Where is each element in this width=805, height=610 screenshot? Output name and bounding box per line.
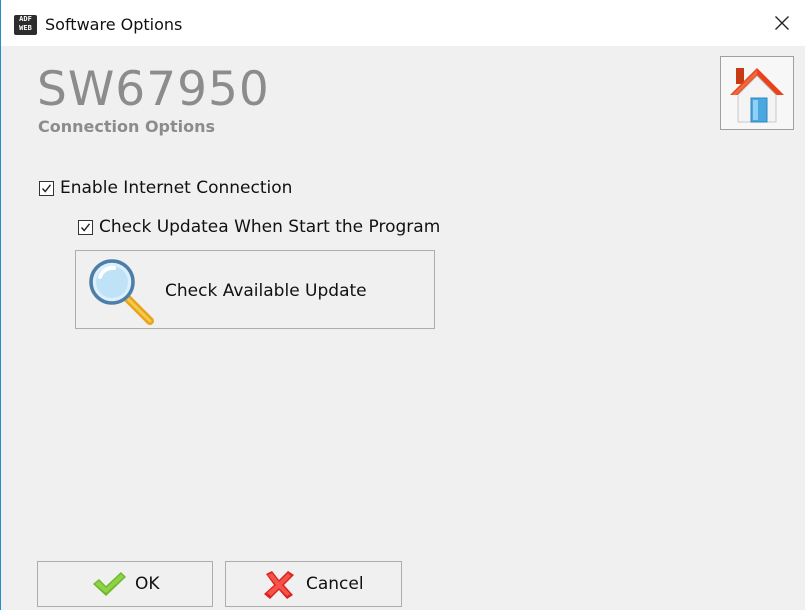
ok-button[interactable]: OK — [37, 561, 213, 607]
page-subtitle: Connection Options — [38, 117, 216, 136]
checkmark-icon — [41, 183, 52, 193]
checkmark-icon — [80, 222, 91, 232]
product-code-title: SW67950 — [37, 62, 270, 117]
enable-internet-checkbox[interactable]: Enable Internet Connection — [39, 178, 292, 198]
window-title: Software Options — [45, 15, 183, 34]
cancel-x-icon — [264, 571, 294, 599]
magnifier-icon — [89, 259, 154, 325]
app-logo-line1: ADF — [19, 15, 32, 23]
title-bar[interactable]: ADF WEB Software Options — [1, 0, 805, 46]
check-on-start-checkbox[interactable]: Check Updatea When Start the Program — [78, 217, 440, 237]
close-button[interactable] — [759, 0, 805, 46]
cancel-button[interactable]: Cancel — [225, 561, 402, 607]
check-available-update-button[interactable]: Check Available Update — [75, 250, 435, 329]
check-available-update-label: Check Available Update — [165, 281, 367, 301]
close-icon — [775, 16, 789, 30]
ok-check-icon — [93, 572, 126, 596]
home-icon — [730, 68, 784, 123]
cancel-label: Cancel — [306, 574, 364, 594]
enable-internet-checkbox-box[interactable] — [39, 180, 54, 196]
ok-label: OK — [135, 574, 160, 594]
software-options-window: ADF WEB Software Options SW67950 Connect… — [0, 0, 805, 610]
check-on-start-checkbox-box[interactable] — [78, 219, 93, 235]
app-logo-line2: WEB — [19, 24, 32, 32]
enable-internet-label: Enable Internet Connection — [60, 178, 293, 198]
check-on-start-label: Check Updatea When Start the Program — [99, 217, 441, 237]
home-button[interactable] — [720, 56, 794, 130]
app-logo-icon: ADF WEB — [14, 15, 37, 35]
